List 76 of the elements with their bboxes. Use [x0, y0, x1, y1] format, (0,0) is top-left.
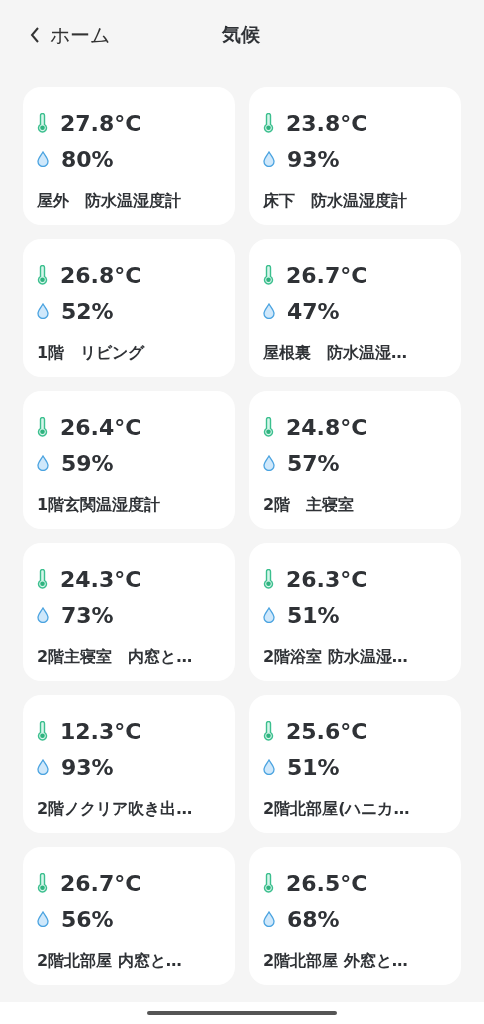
droplet-icon — [263, 455, 275, 471]
droplet-icon — [263, 303, 275, 319]
droplet-icon — [37, 151, 49, 167]
droplet-icon — [263, 607, 275, 623]
temperature-value: 12.3°C — [60, 718, 142, 744]
humidity-value: 56% — [61, 906, 114, 932]
temperature-value: 23.8°C — [286, 110, 368, 136]
humidity-value: 68% — [287, 906, 340, 932]
temperature-value: 27.8°C — [60, 110, 142, 136]
sensor-card[interactable]: 26.4°C 59% 1階玄関温湿度計 — [23, 391, 235, 529]
sensor-card[interactable]: 26.5°C 68% 2階北部屋 外窓と… — [249, 847, 461, 985]
droplet-icon — [37, 911, 49, 927]
sensor-name: 屋根裏 防水温湿… — [263, 343, 408, 364]
droplet-icon — [37, 759, 49, 775]
humidity-value: 51% — [287, 754, 340, 780]
thermometer-icon — [37, 873, 48, 893]
thermometer-icon — [263, 265, 274, 285]
page-title: 気候 — [220, 22, 261, 47]
temperature-value: 26.7°C — [60, 870, 142, 896]
humidity-value: 73% — [61, 602, 114, 628]
sensor-card[interactable]: 24.3°C 73% 2階主寝室 内窓と… — [23, 543, 235, 681]
sensor-card[interactable]: 23.8°C 93% 床下 防水温湿度計 — [249, 87, 461, 225]
humidity-value: 93% — [61, 754, 114, 780]
back-button[interactable]: ホーム — [30, 21, 110, 49]
sensor-name: 1階 リビング — [37, 343, 146, 364]
back-icon — [30, 27, 40, 43]
sensor-card[interactable]: 24.8°C 57% 2階 主寝室 — [249, 391, 461, 529]
sensor-name: 2階北部屋(ハニカ… — [263, 799, 411, 820]
droplet-icon — [263, 911, 275, 927]
droplet-icon — [37, 303, 49, 319]
sensor-card[interactable]: 26.3°C 51% 2階浴室 防水温湿… — [249, 543, 461, 681]
temperature-value: 26.8°C — [60, 262, 142, 288]
thermometer-icon — [263, 113, 274, 133]
droplet-icon — [37, 607, 49, 623]
sensor-card[interactable]: 25.6°C 51% 2階北部屋(ハニカ… — [249, 695, 461, 833]
humidity-value: 93% — [287, 146, 340, 172]
thermometer-icon — [37, 417, 48, 437]
temperature-value: 24.3°C — [60, 566, 142, 592]
sensor-name: 2階 主寝室 — [263, 495, 356, 516]
humidity-value: 80% — [61, 146, 114, 172]
sensor-card[interactable]: 26.7°C 47% 屋根裏 防水温湿… — [249, 239, 461, 377]
sensor-name: 2階主寝室 内窓と… — [37, 647, 194, 668]
sensor-name: 1階玄関温湿度計 — [37, 495, 162, 516]
thermometer-icon — [37, 265, 48, 285]
thermometer-icon — [263, 873, 274, 893]
humidity-value: 47% — [287, 298, 340, 324]
temperature-value: 26.4°C — [60, 414, 142, 440]
temperature-value: 24.8°C — [286, 414, 368, 440]
humidity-value: 52% — [61, 298, 114, 324]
thermometer-icon — [37, 721, 48, 741]
sensor-name: 2階浴室 防水温湿… — [263, 647, 409, 668]
droplet-icon — [263, 151, 275, 167]
sensor-name: 床下 防水温湿度計 — [263, 191, 408, 212]
droplet-icon — [37, 455, 49, 471]
thermometer-icon — [37, 113, 48, 133]
temperature-value: 25.6°C — [286, 718, 368, 744]
thermometer-icon — [263, 569, 274, 589]
sensor-card[interactable]: 12.3°C 93% 2階ノクリア吹き出… — [23, 695, 235, 833]
home-indicator[interactable] — [147, 1011, 337, 1015]
temperature-value: 26.7°C — [286, 262, 368, 288]
temperature-value: 26.5°C — [286, 870, 368, 896]
droplet-icon — [263, 759, 275, 775]
sensor-name: 2階ノクリア吹き出… — [37, 799, 194, 820]
sensor-name: 2階北部屋 外窓と… — [263, 951, 409, 972]
humidity-value: 59% — [61, 450, 114, 476]
sensor-card[interactable]: 26.7°C 56% 2階北部屋 内窓と… — [23, 847, 235, 985]
humidity-value: 57% — [287, 450, 340, 476]
sensor-name: 屋外 防水温湿度計 — [37, 191, 182, 212]
humidity-value: 51% — [287, 602, 340, 628]
sensor-name: 2階北部屋 内窓と… — [37, 951, 183, 972]
temperature-value: 26.3°C — [286, 566, 368, 592]
sensor-card[interactable]: 27.8°C 80% 屋外 防水温湿度計 — [23, 87, 235, 225]
thermometer-icon — [263, 721, 274, 741]
thermometer-icon — [263, 417, 274, 437]
sensor-card[interactable]: 26.8°C 52% 1階 リビング — [23, 239, 235, 377]
thermometer-icon — [37, 569, 48, 589]
